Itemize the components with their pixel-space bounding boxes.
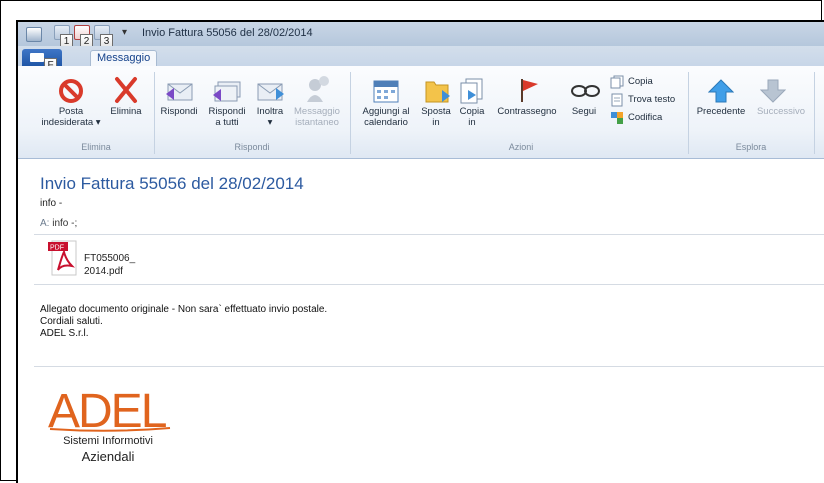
tab-messaggio[interactable]: Messaggio bbox=[90, 50, 158, 67]
attachment-name-line2: 2014.pdf bbox=[84, 266, 123, 277]
follow-icon bbox=[571, 85, 600, 97]
move-label-1: Sposta bbox=[421, 106, 451, 117]
attachment-divider bbox=[34, 284, 824, 285]
message-recipients: A: info -; bbox=[40, 218, 77, 229]
copy-to-label-2: in bbox=[468, 117, 476, 128]
forward-dropdown-icon: ▾ bbox=[267, 117, 273, 128]
group-separator bbox=[814, 72, 815, 154]
copy-to-button[interactable]: Copia in bbox=[454, 106, 490, 128]
next-arrow-icon bbox=[760, 79, 786, 103]
flag-button[interactable]: Contrassegno bbox=[492, 106, 562, 117]
calendar-icon bbox=[373, 80, 399, 103]
title-bar: 1 2 3 ▾ Invio Fattura 55056 del 28/02/20… bbox=[18, 22, 824, 48]
find-text-button[interactable]: Trova testo bbox=[628, 94, 675, 105]
im-label-2: istantaneo bbox=[295, 117, 339, 128]
reply-all-icon bbox=[213, 81, 241, 102]
calendar-label-2: calendario bbox=[364, 117, 408, 128]
body-line: Allegato documento originale - Non sara`… bbox=[40, 304, 328, 315]
group-label-rispondi: Rispondi bbox=[234, 142, 270, 152]
reply-icon bbox=[166, 83, 193, 101]
find-text-icon bbox=[611, 93, 623, 107]
forward-icon bbox=[257, 83, 284, 101]
copy-icon bbox=[610, 75, 624, 89]
junk-label-2: indesiderata ▾ bbox=[41, 117, 101, 128]
group-label-elimina: Elimina bbox=[81, 142, 111, 152]
attachment-name-line1: FT055006_ bbox=[84, 253, 136, 264]
outlook-message-window: 1 2 3 ▾ Invio Fattura 55056 del 28/02/20… bbox=[16, 20, 824, 483]
junk-mail-icon bbox=[59, 79, 83, 103]
logo-tagline: Sistemi Informotivi Aziendali bbox=[48, 434, 168, 464]
next-button[interactable]: Successivo bbox=[750, 106, 812, 117]
add-to-calendar-button[interactable]: Aggiungi al calendario bbox=[354, 106, 418, 128]
move-button[interactable]: Sposta in bbox=[418, 106, 454, 128]
group-label-azioni: Azioni bbox=[508, 142, 534, 152]
quick-access-dropdown-icon[interactable]: ▾ bbox=[122, 27, 127, 38]
header-divider bbox=[34, 234, 824, 235]
logo-tagline-line2: Aziendali bbox=[81, 449, 135, 464]
instant-message-button[interactable]: Messaggio istantaneo bbox=[290, 106, 344, 128]
previous-arrow-icon bbox=[708, 79, 734, 103]
file-tab-icon bbox=[30, 53, 44, 62]
group-separator bbox=[688, 72, 689, 154]
encoding-button[interactable]: Codifica bbox=[628, 112, 662, 123]
flag-icon bbox=[521, 79, 538, 102]
pdf-badge: PDF bbox=[50, 245, 64, 252]
to-value[interactable]: info -; bbox=[52, 218, 77, 229]
im-label-1: Messaggio bbox=[294, 106, 340, 117]
copy-button[interactable]: Copia bbox=[628, 76, 653, 87]
encoding-icon bbox=[611, 112, 623, 124]
message-subject: Invio Fattura 55056 del 28/02/2014 bbox=[40, 174, 304, 193]
reply-all-button[interactable]: Rispondi a tutti bbox=[204, 106, 250, 128]
outlook-app-icon[interactable] bbox=[26, 27, 42, 42]
logo-tagline-line1: Sistemi Informotivi bbox=[63, 435, 153, 447]
copy-to-folder-icon bbox=[460, 78, 483, 104]
junk-mail-button[interactable]: Posta indesiderata ▾ bbox=[36, 106, 106, 128]
copy-to-label-1: Copia bbox=[459, 106, 485, 117]
follow-button[interactable]: Segui bbox=[566, 106, 602, 117]
junk-label-1: Posta bbox=[58, 106, 84, 117]
instant-message-icon bbox=[307, 76, 329, 102]
reply-all-label-2: a tutti bbox=[215, 117, 239, 128]
group-label-esplora: Esplora bbox=[735, 142, 767, 152]
previous-button[interactable]: Precedente bbox=[690, 106, 752, 117]
delete-icon bbox=[115, 77, 137, 103]
to-label: A: bbox=[40, 218, 50, 229]
group-separator bbox=[154, 72, 155, 154]
message-body: Allegato documento originale - Non sara`… bbox=[40, 304, 327, 340]
attachment-name[interactable]: FT055006_ 2014.pdf bbox=[84, 252, 135, 278]
reply-button[interactable]: Rispondi bbox=[156, 106, 202, 117]
calendar-label-1: Aggiungi al bbox=[362, 106, 410, 117]
body-line: ADEL S.r.l. bbox=[40, 328, 89, 339]
move-label-2: in bbox=[432, 117, 440, 128]
message-sender[interactable]: info - bbox=[40, 198, 62, 209]
body-line: Cordiali saluti. bbox=[40, 316, 103, 327]
signature-divider bbox=[34, 366, 824, 367]
move-to-folder-icon bbox=[425, 81, 450, 103]
group-separator bbox=[350, 72, 351, 154]
delete-button[interactable]: Elimina bbox=[106, 106, 146, 117]
forward-label: Inoltra bbox=[256, 106, 284, 117]
pdf-file-icon: PDF bbox=[48, 240, 77, 276]
forward-button[interactable]: Inoltra ▾ bbox=[250, 106, 290, 128]
window-title: Invio Fattura 55056 del 28/02/2014 bbox=[142, 27, 313, 39]
reply-all-label-1: Rispondi bbox=[208, 106, 246, 117]
logo-underline bbox=[49, 427, 171, 432]
